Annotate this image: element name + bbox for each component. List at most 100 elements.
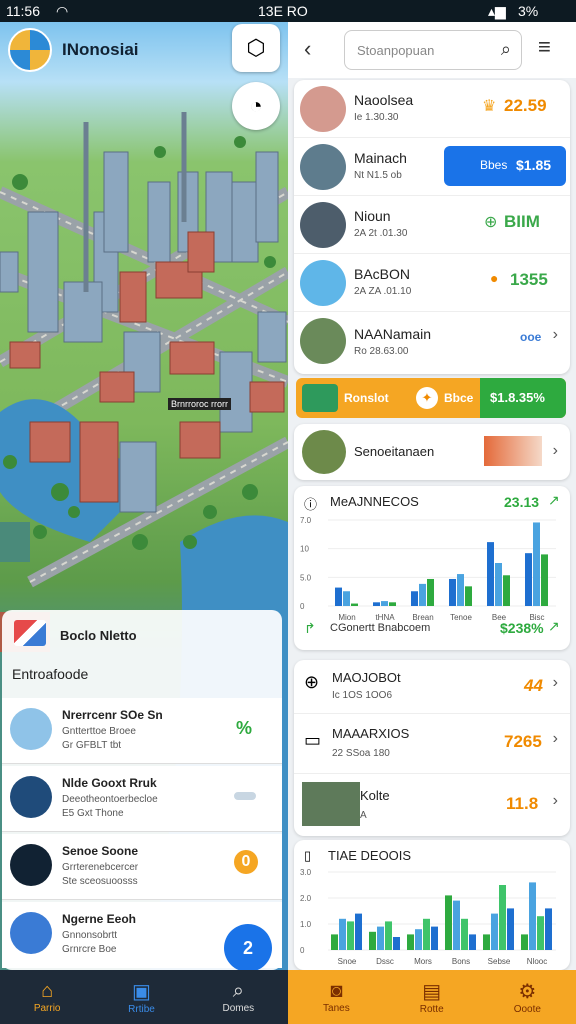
- bar: [431, 926, 438, 950]
- row-sub: Ie 1.30.30: [354, 112, 399, 123]
- row-title: Naoolsea: [354, 92, 414, 108]
- nav-label: Tanes: [323, 1003, 350, 1014]
- city-map-pane[interactable]: INonosiai ⬡ ◔ Brnrroroc rrorr Boclo Nlet…: [0, 22, 288, 970]
- bar: [385, 921, 392, 950]
- search-field[interactable]: Stoanpopuan ⌕: [344, 30, 522, 70]
- app-title: INonosiai: [62, 40, 139, 59]
- chart-footer-value: $238%: [500, 620, 544, 636]
- list-row[interactable]: Naoolsea Ie 1.30.30 ♛ 22.59: [294, 80, 570, 138]
- bar: [525, 553, 532, 606]
- search-input[interactable]: Stoanpopuan: [357, 43, 434, 58]
- promo-banner[interactable]: Ronslot ✦ Bbce $1.8.35%: [296, 378, 566, 418]
- item-card[interactable]: Naoolsea Ie 1.30.30 ♛ 22.59 Mainach Nt N…: [294, 80, 570, 374]
- bar: [521, 934, 528, 950]
- arrow-up-icon: ↗: [548, 492, 560, 508]
- list-item[interactable]: Nrerrcenr SOe Sn Gntterttoe Broee Gr GFB…: [2, 698, 282, 764]
- metric-title: MAOJOBOt: [332, 670, 401, 685]
- x-tick-label: Dssc: [376, 957, 394, 966]
- fab-button[interactable]: 2: [224, 924, 272, 970]
- search-icon: ⌕: [232, 980, 244, 1002]
- bar: [427, 578, 434, 606]
- thumbnail: [300, 144, 346, 190]
- trend-icon: ⊕: [484, 214, 498, 231]
- bar: [461, 918, 468, 950]
- x-tick-label: Mors: [414, 957, 432, 966]
- map-icon: ▤: [422, 981, 442, 1003]
- metrics-card: ⊕ MAOJOBOt Ic 1OS 1OO6 44 › ▭ MAAARXIOS …: [294, 660, 570, 836]
- bar: [487, 542, 494, 606]
- item-badge: %: [236, 718, 253, 738]
- list-row[interactable]: Mainach Nt N1.5 ob Bbes $1.85: [294, 138, 570, 196]
- clock: 11:56: [6, 3, 40, 19]
- bar: [377, 926, 384, 950]
- metric-row[interactable]: ⊕ MAOJOBOt Ic 1OS 1OO6 44 ›: [294, 660, 570, 714]
- nav-route[interactable]: ▤ Rotte: [420, 979, 444, 1015]
- bar: [369, 931, 376, 950]
- left-bottom-nav: ⌂ Parrio ▣ Rrtibe ⌕ Domes: [0, 970, 288, 1024]
- bar: [389, 602, 396, 606]
- doc-icon: ▯: [304, 848, 312, 863]
- x-tick-label: Nlooc: [527, 957, 547, 966]
- chart-title: TIAE DEOOIS: [328, 848, 412, 863]
- list-row[interactable]: BAcBON 2A ZA .01.10 ● 1355: [294, 254, 570, 312]
- y-tick-label: 5.0: [300, 573, 312, 582]
- chevron-right-icon[interactable]: ›: [553, 326, 558, 344]
- item-sub: Gr GFBLT tbt: [62, 740, 122, 751]
- list-item[interactable]: Nlde Gooxt Rruk Deeotheontoerbecloe E5 G…: [2, 766, 282, 832]
- back-arrow-icon[interactable]: ‹: [304, 36, 311, 62]
- x-tick-label: tHNA: [375, 613, 395, 622]
- chevron-right-icon[interactable]: ›: [553, 442, 558, 460]
- bar: [529, 882, 536, 950]
- avatar: [10, 708, 52, 750]
- nav-routes[interactable]: ▣ Rrtibe: [128, 979, 155, 1015]
- item-sub: Grrterenebcercer: [62, 862, 139, 873]
- row-sub: 2A ZA .01.10: [354, 286, 412, 297]
- row-value: 22.59: [504, 96, 547, 115]
- menu-icon[interactable]: ≡: [538, 34, 551, 60]
- metric-row[interactable]: Kolte A 11.8 ›: [294, 774, 570, 836]
- nav-tasks[interactable]: ◙ Tanes: [323, 980, 350, 1014]
- buy-value: $1.85: [516, 157, 552, 173]
- bar: [465, 586, 472, 606]
- thumbnail: [300, 202, 346, 248]
- y-tick-label: 0: [300, 946, 305, 955]
- thumbnail: [300, 318, 346, 364]
- top-bar: ‹ Stoanpopuan ⌕ ≡: [288, 22, 576, 78]
- service-card[interactable]: Senoeitanaen ›: [294, 424, 570, 480]
- bar: [423, 918, 430, 950]
- monitor-icon: ▭: [304, 730, 322, 750]
- row-title: Mainach: [354, 150, 407, 166]
- buy-button[interactable]: Bbes $1.85: [444, 146, 566, 186]
- bulb-icon: ✦: [416, 387, 438, 409]
- bar: [537, 916, 544, 950]
- list-row[interactable]: NAANamain Ro 28.63.00 ooe ›: [294, 312, 570, 372]
- chart-title: MeAJNNECOS: [330, 494, 419, 509]
- status-bar: 11:56 ◠ 13E RO ▴▆ 3%: [0, 0, 576, 22]
- chevron-right-icon[interactable]: ›: [553, 792, 558, 810]
- item-sub: Deeotheontoerbecloe: [62, 794, 158, 805]
- bar: [483, 934, 490, 950]
- settings-icon: ⚙: [518, 981, 537, 1003]
- row-sub: Nt N1.5 ob: [354, 170, 402, 181]
- metric-title: MAAARXIOS: [332, 726, 410, 741]
- building-icon: ▣: [132, 981, 151, 1003]
- chevron-right-icon[interactable]: ›: [553, 730, 558, 748]
- search-icon[interactable]: ⌕: [501, 39, 511, 60]
- layers-button[interactable]: ⬡: [232, 24, 280, 72]
- metric-row[interactable]: ▭ MAAARXIOS 22 SSoa 180 7265 ›: [294, 714, 570, 774]
- promo-left: Ronslot: [344, 391, 389, 405]
- nav-search[interactable]: ⌕ Domes: [222, 980, 254, 1014]
- x-tick-label: Bons: [452, 957, 470, 966]
- carrier: 13E RO: [258, 3, 308, 19]
- row-value: BIIM: [504, 212, 540, 231]
- nav-home[interactable]: ⌂ Parrio: [34, 980, 61, 1014]
- nav-more[interactable]: ⚙ Ooote: [514, 979, 541, 1015]
- list-item[interactable]: Senoe Soone Grrterenebcercer Ste sceosuo…: [2, 834, 282, 900]
- avatar: [10, 912, 52, 954]
- bar: [499, 885, 506, 950]
- list-row[interactable]: Nioun 2A 2t .01.30 ⊕ BIIM: [294, 196, 570, 254]
- compass-button[interactable]: ◔: [232, 82, 280, 130]
- chevron-right-icon[interactable]: ›: [553, 674, 558, 692]
- bar: [373, 602, 380, 606]
- bar: [495, 563, 502, 606]
